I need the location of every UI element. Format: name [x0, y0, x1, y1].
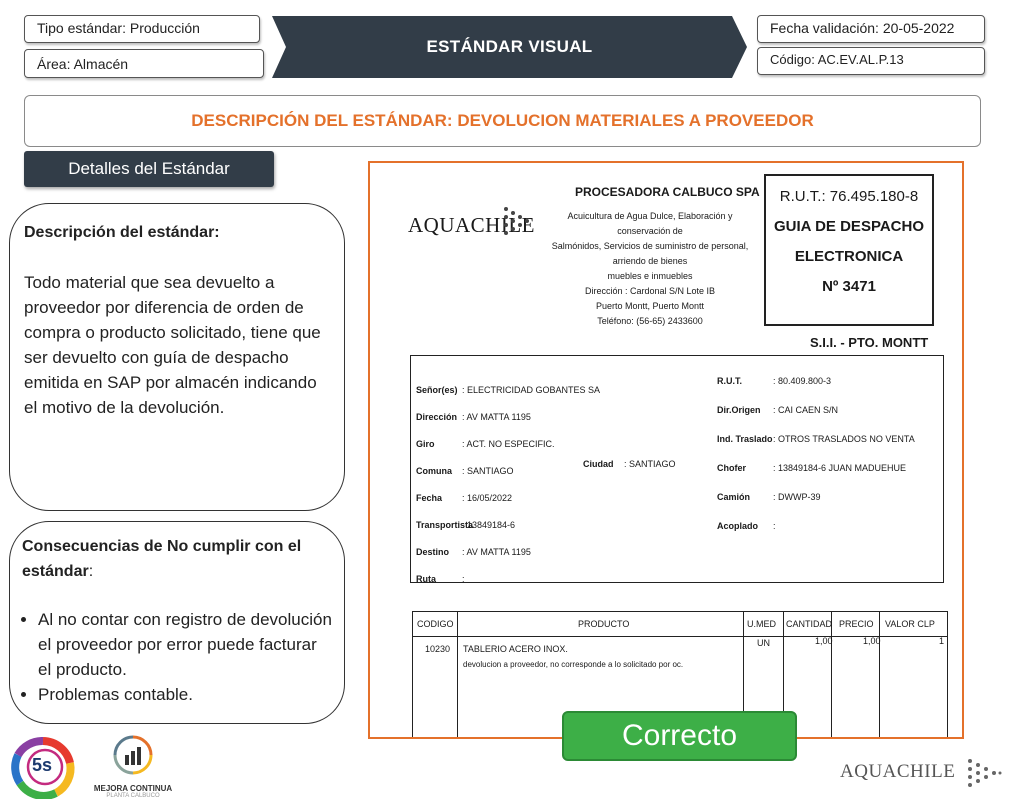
doc-field-value: : 13849184-6	[462, 520, 516, 530]
doc-field-label: Transportista	[416, 520, 474, 530]
doc-field-value: : DWWP-39	[773, 492, 821, 502]
doc-sii: S.I.I. - PTO. MONTT	[810, 335, 929, 350]
doc-fields-left: Señor(es) : ELECTRICIDAD GOBANTES SA Dire…	[416, 376, 600, 592]
doc-table-col-divider	[831, 612, 832, 737]
doc-ciudad: Ciudad : SANTIAGO	[583, 454, 675, 472]
5s-logo: 5s	[10, 737, 76, 800]
doc-field-value: :	[462, 574, 465, 584]
doc-field-label: Señor(es)	[416, 385, 458, 395]
doc-company-lines: Acuicultura de Agua Dulce, Elaboración y…	[540, 209, 760, 329]
doc-rut-box: R.U.T.: 76.495.180-8 GUIA DE DESPACHO EL…	[764, 174, 934, 326]
doc-field-label: Giro	[416, 439, 435, 449]
area-text: Área: Almacén	[37, 56, 129, 72]
doc-col-precio: PRECIO	[839, 619, 874, 629]
doc-guia-title: GUIA DE DESPACHO	[773, 218, 924, 235]
doc-company-line: Acuicultura de Agua Dulce, Elaboración y…	[567, 211, 733, 236]
aquachile-logo-text: AQUACHILE	[840, 761, 956, 782]
doc-company-line: Teléfono: (56-65) 2433600	[597, 316, 703, 326]
consequences-list: Al no contar con registro de devolución …	[22, 607, 332, 707]
doc-ciudad-value: : SANTIAGO	[623, 459, 676, 469]
description-title: DESCRIPCIÓN DEL ESTÁNDAR: DEVOLUCION MAT…	[24, 95, 981, 147]
codigo-field: Código: AC.EV.AL.P.13	[757, 47, 985, 75]
description-body: Todo material que sea devuelto a proveed…	[24, 273, 321, 417]
consequences-heading-text: Consecuencias de No cumplir con el están…	[22, 538, 302, 580]
tipo-estandar-field: Tipo estándar: Producción	[24, 15, 260, 43]
fecha-validacion-field: Fecha validación: 20-05-2022	[757, 15, 985, 43]
doc-rut: R.U.T.: 76.495.180-8	[779, 188, 919, 205]
doc-field-label: Chofer	[717, 463, 746, 473]
doc-row-codigo: 10230	[425, 644, 451, 654]
doc-fields-box: Señor(es) : ELECTRICIDAD GOBANTES SA Dire…	[410, 355, 944, 584]
mejora-continua-line2: PLANTA CALBUCO	[106, 793, 160, 799]
doc-col-codigo: CODIGO	[417, 619, 454, 629]
doc-row-producto: TABLERIO ACERO INOX.	[463, 644, 568, 654]
doc-field-value: : ACT. NO ESPECIFIC.	[462, 439, 555, 449]
doc-fields-right: R.U.T. : 80.409.800-3 Dir.Origen : CAI CAE…	[717, 366, 915, 540]
doc-company-line: muebles e inmuebles	[607, 271, 693, 281]
doc-row-valor: 1	[939, 636, 945, 646]
description-panel: Descripción del estándar: Todo material …	[9, 203, 345, 511]
title-banner: ESTÁNDAR VISUAL	[272, 16, 747, 78]
correct-label: Correcto	[562, 711, 797, 761]
doc-row-cantidad: 1,00	[815, 636, 833, 646]
tipo-estandar-text: Tipo estándar: Producción	[37, 20, 200, 36]
mejora-continua-logo: MEJORA CONTINUA PLANTA CALBUCO	[88, 733, 178, 799]
fecha-validacion-text: Fecha validación: 20-05-2022	[770, 20, 955, 36]
doc-field-label: Ind. Traslado	[717, 434, 773, 444]
doc-field-label: Comuna	[416, 466, 452, 476]
doc-col-cantidad: CANTIDAD	[786, 619, 833, 629]
details-button[interactable]: Detalles del Estándar	[24, 151, 274, 187]
5s-badge-text: 5s	[32, 755, 53, 775]
doc-logo-fish-icon	[504, 207, 529, 235]
doc-field-label: Acoplado	[717, 521, 759, 531]
consequences-heading: Consecuencias de No cumplir con el están…	[22, 534, 332, 584]
doc-row-note: devolucion a proveedor, no corresponde a…	[463, 660, 684, 669]
doc-table-col-divider	[879, 612, 880, 737]
doc-row-umed: UN	[757, 638, 770, 648]
consequence-item: Al no contar con registro de devolución …	[38, 607, 332, 682]
mejora-continua-icon	[113, 735, 153, 775]
doc-field-value: : CAI CAEN S/N	[773, 405, 839, 415]
doc-field-value: : OTROS TRASLADOS NO VENTA	[773, 434, 915, 444]
consequences-heading-colon: :	[88, 563, 94, 580]
aquachile-fish-icon	[968, 759, 1002, 787]
doc-col-valor: VALOR CLP	[885, 619, 935, 629]
banner-title: ESTÁNDAR VISUAL	[426, 37, 593, 56]
doc-field-value: :	[773, 521, 776, 531]
doc-field-value: : AV MATTA 1195	[462, 547, 531, 557]
doc-company-line: Dirección : Cardonal S/N Lote IB	[584, 286, 716, 296]
doc-col-umed: U.MED	[747, 619, 776, 629]
doc-field-value: : SANTIAGO	[462, 466, 514, 476]
doc-numero: Nº 3471	[822, 278, 876, 295]
mejora-continua-line1: MEJORA CONTINUA	[93, 784, 173, 793]
doc-field-label: Dirección	[416, 412, 458, 422]
doc-field-value: : 80.409.800-3	[773, 376, 832, 386]
doc-field-label: Camión	[717, 492, 751, 502]
doc-field-label: Ruta	[416, 574, 436, 584]
doc-field-value: : ELECTRICIDAD GOBANTES SA	[462, 385, 601, 395]
doc-field-label: Destino	[416, 547, 450, 557]
doc-field-value: : 16/05/2022	[462, 493, 513, 503]
doc-company: PROCESADORA CALBUCO SPA	[575, 185, 760, 199]
doc-col-producto: PRODUCTO	[578, 619, 630, 629]
doc-company-line: Salmónidos, Servicios de suministro de p…	[551, 241, 749, 266]
doc-company-line: Puerto Montt, Puerto Montt	[595, 301, 705, 311]
aquachile-logo: AQUACHILE	[838, 755, 1003, 791]
doc-field-label: R.U.T.	[717, 376, 743, 386]
consequences-panel: Consecuencias de No cumplir con el están…	[9, 521, 345, 724]
doc-field-label: Fecha	[416, 493, 443, 503]
doc-row-precio: 1,00	[863, 636, 881, 646]
doc-ciudad-label: Ciudad	[583, 459, 614, 469]
document-photo: AQUACHILE PROCESADORA CALBUCO SPA Acuicu…	[368, 161, 964, 739]
doc-field-value: : 13849184-6 JUAN MADUEHUE	[773, 463, 907, 473]
area-field: Área: Almacén	[24, 49, 264, 78]
doc-table-col-divider	[457, 612, 458, 737]
description-heading: Descripción del estándar:	[24, 224, 220, 241]
doc-field-label: Dir.Origen	[717, 405, 761, 415]
consequence-item: Problemas contable.	[38, 682, 332, 707]
doc-electronica: ELECTRONICA	[794, 248, 904, 265]
codigo-text: Código: AC.EV.AL.P.13	[770, 52, 904, 67]
doc-field-value: : AV MATTA 1195	[462, 412, 531, 422]
